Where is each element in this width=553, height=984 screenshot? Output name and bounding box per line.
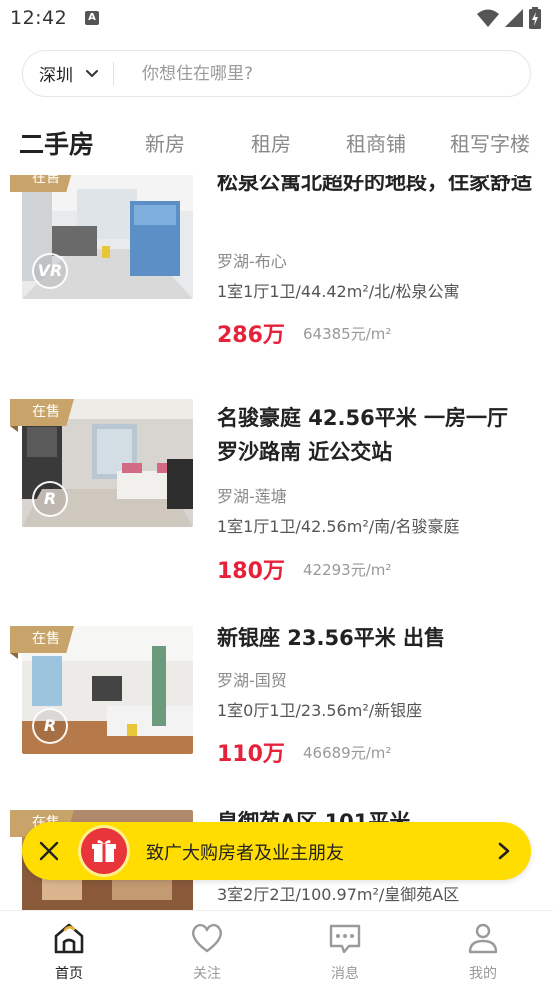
home-icon [54, 923, 84, 954]
nav-label: 我的 [469, 966, 497, 982]
promo-banner[interactable]: 致广大购房者及业主朋友 [22, 822, 531, 880]
search-input[interactable] [114, 63, 530, 84]
listing-district: 罗湖-国贸 [217, 671, 287, 690]
tab-office-rental[interactable]: 租写字楼 [450, 128, 530, 157]
sale-tag: 在售 [10, 399, 74, 426]
listing-title: 新银座 23.56平米 出售 [217, 626, 446, 650]
listing-spec: 1室1厅1卫/42.56m²/南/名骏豪庭 [217, 517, 460, 536]
status-time: 12:42 [10, 7, 68, 29]
listing-spec: 3室2厅2卫/100.97m²/皇御苑A区 [217, 885, 460, 904]
message-icon [329, 924, 361, 954]
status-bar: 12:42 A [0, 0, 553, 38]
nav-label: 关注 [193, 966, 221, 982]
sale-tag: 在售 [10, 626, 74, 653]
category-tabs: 二手房 新房 租房 租商铺 租写字楼 [0, 128, 553, 168]
listing-spec: 1室0厅1卫/23.56m²/新银座 [217, 701, 423, 720]
tab-new-homes[interactable]: 新房 [145, 128, 185, 157]
wifi-icon [477, 9, 499, 27]
nav-messages[interactable]: 消息 [300, 911, 390, 984]
sale-tag-fold [10, 426, 18, 432]
listing-district: 罗湖-布心 [217, 252, 287, 271]
tab-rentals[interactable]: 租房 [251, 128, 291, 157]
nav-label: 首页 [55, 966, 83, 982]
nav-home[interactable]: 首页 [24, 911, 114, 984]
listing-district: 罗湖-莲塘 [217, 487, 287, 506]
status-indicators [477, 7, 541, 29]
vr-badge: R [32, 481, 68, 517]
nav-follow[interactable]: 关注 [162, 911, 252, 984]
listing-price: 286万 [217, 323, 285, 348]
sale-tag: 在售 [10, 175, 74, 192]
listing-feed: VR 在售 松泉公寓北超好的地段，住家舒适 罗湖-布心 1室1厅1卫/44.42… [0, 175, 553, 910]
city-selector[interactable]: 深圳 [23, 51, 99, 96]
listing-unit-price: 64385元/m² [303, 325, 392, 343]
promo-text: 致广大购房者及业主朋友 [146, 843, 344, 864]
bottom-nav: 首页 关注 消息 我的 [0, 910, 553, 984]
listing-price: 180万 [217, 559, 285, 584]
battery-icon [529, 7, 541, 29]
gift-icon [81, 828, 127, 874]
nav-label: 消息 [331, 966, 359, 982]
cellular-signal-icon [505, 9, 523, 27]
listing-price: 110万 [217, 742, 285, 767]
vr-badge: R [32, 708, 68, 744]
profile-icon [468, 923, 498, 954]
sale-tag-fold [10, 653, 18, 659]
chevron-down-icon [86, 69, 98, 77]
listing-title: 松泉公寓北超好的地段，住家舒适 [217, 175, 532, 194]
city-label: 深圳 [39, 66, 73, 86]
tab-second-hand[interactable]: 二手房 [19, 125, 94, 161]
vr-badge: VR [32, 253, 68, 289]
heart-icon [192, 923, 222, 953]
listing-photo: VR [22, 175, 193, 299]
nav-profile[interactable]: 我的 [438, 911, 528, 984]
notification-icon: A [85, 11, 99, 25]
listing-title: 名骏豪庭 42.56平米 一房一厅 罗沙路南 近公交站 [217, 406, 509, 464]
chevron-right-icon [498, 842, 510, 860]
close-icon[interactable] [38, 840, 60, 862]
listing-unit-price: 46689元/m² [303, 744, 392, 762]
search-bar: 深圳 [22, 50, 531, 97]
listing-spec: 1室1厅1卫/44.42m²/北/松泉公寓 [217, 282, 460, 301]
listing-unit-price: 42293元/m² [303, 561, 392, 579]
tab-shop-rental[interactable]: 租商铺 [346, 128, 406, 157]
